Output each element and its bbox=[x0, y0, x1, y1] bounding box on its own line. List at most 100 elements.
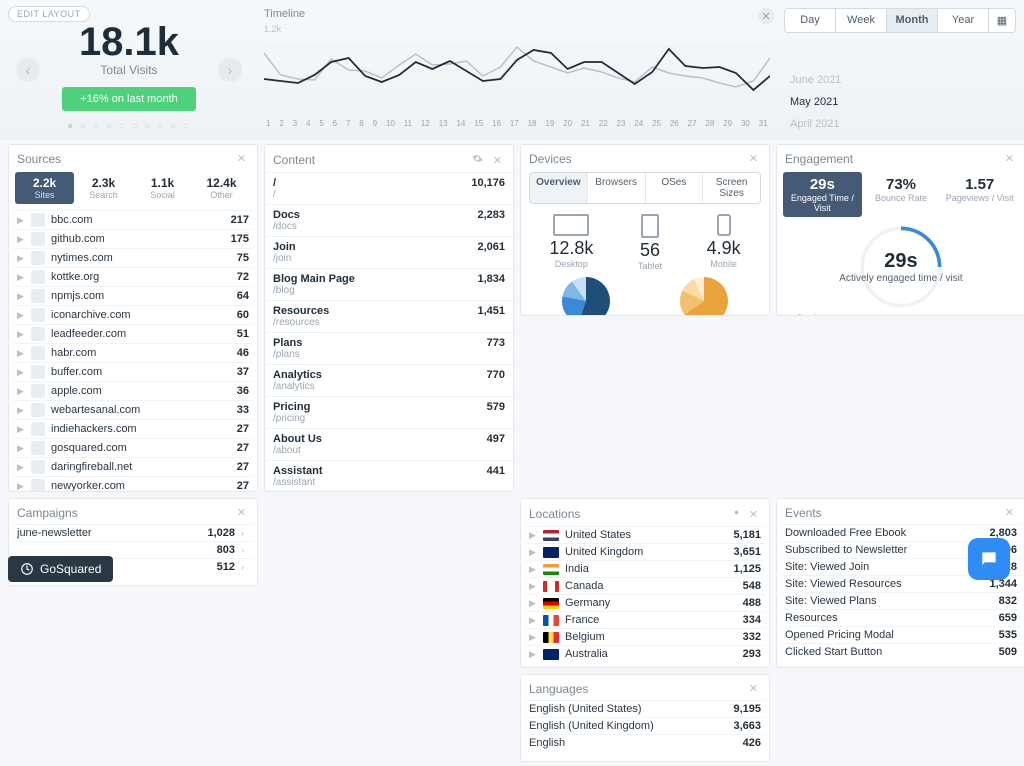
locations-row[interactable]: ▶ United Kingdom 3,651 bbox=[525, 543, 765, 560]
gear-icon[interactable] bbox=[470, 151, 485, 166]
range-week[interactable]: Week bbox=[836, 9, 887, 32]
devices-tab-oses[interactable]: OSes bbox=[646, 173, 704, 203]
locations-row[interactable]: ▶ Belgium 332 bbox=[525, 628, 765, 645]
content-row[interactable]: Docs /docs 2,283 bbox=[265, 204, 513, 236]
card-close-icon[interactable]: ✕ bbox=[1002, 151, 1017, 166]
range-year[interactable]: Year bbox=[938, 9, 989, 32]
events-row[interactable]: Resources 659 bbox=[781, 609, 1021, 626]
sources-row[interactable]: ▶ leadfeeder.com 51 bbox=[13, 324, 253, 343]
languages-row[interactable]: English 426 bbox=[525, 734, 765, 751]
sources-row[interactable]: ▶ bbc.com 217 bbox=[13, 210, 253, 229]
caret-icon: ▶ bbox=[17, 253, 25, 264]
sources-row[interactable]: ▶ newyorker.com 27 bbox=[13, 476, 253, 492]
languages-row[interactable]: English (United Kingdom) 3,663 bbox=[525, 717, 765, 734]
card-close-icon[interactable]: ✕ bbox=[746, 681, 761, 696]
caret-icon: ▶ bbox=[529, 598, 537, 609]
sources-row[interactable]: ▶ nytimes.com 75 bbox=[13, 248, 253, 267]
content-value: 770 bbox=[487, 369, 505, 381]
timeline-title: Timeline bbox=[264, 8, 770, 20]
devices-tab-overview[interactable]: Overview bbox=[530, 173, 588, 203]
locations-row[interactable]: ▶ Germany 488 bbox=[525, 594, 765, 611]
month-list: June 2021 May 2021 April 2021 bbox=[784, 69, 1016, 135]
device-mobile: 4.9k Mobile bbox=[707, 214, 741, 271]
timeline-close-icon[interactable]: ✕ bbox=[758, 8, 774, 24]
kpi-pager-dots[interactable]: ● ○ ○ ○ ○ ○ ○ ○ ○ ○ bbox=[8, 121, 250, 132]
content-row[interactable]: About Us /about 497 bbox=[265, 428, 513, 460]
sources-row[interactable]: ▶ webartesanal.com 33 bbox=[13, 400, 253, 419]
events-row[interactable]: Clicked Start Button 509 bbox=[781, 643, 1021, 660]
flag-icon bbox=[543, 649, 559, 660]
sources-row[interactable]: ▶ github.com 175 bbox=[13, 229, 253, 248]
content-name: Pricing bbox=[273, 401, 310, 413]
gear-icon[interactable] bbox=[729, 505, 744, 520]
card-close-icon[interactable]: ✕ bbox=[746, 507, 761, 522]
events-row[interactable]: Opened Pricing Modal 535 bbox=[781, 626, 1021, 643]
content-row[interactable]: Blog Main Page /blog 1,834 bbox=[265, 268, 513, 300]
devices-tab-screens[interactable]: Screen Sizes bbox=[703, 173, 760, 203]
content-row[interactable]: Assistant /assistant 441 bbox=[265, 460, 513, 492]
source-value: 27 bbox=[237, 480, 249, 492]
timeline-card: ✕ Timeline 1.2k 123456789101112131415161… bbox=[258, 6, 776, 140]
kpi-next-button[interactable]: › bbox=[218, 58, 242, 82]
month-item[interactable]: June 2021 bbox=[790, 69, 1016, 91]
sources-row[interactable]: ▶ iconarchive.com 60 bbox=[13, 305, 253, 324]
chat-fab-button[interactable] bbox=[968, 538, 1010, 580]
campaigns-row[interactable]: june-newsletter 1,028 › bbox=[13, 524, 253, 541]
card-close-icon[interactable]: ✕ bbox=[746, 151, 761, 166]
sources-row[interactable]: ▶ indiehackers.com 27 bbox=[13, 419, 253, 438]
content-row[interactable]: Resources /resources 1,451 bbox=[265, 300, 513, 332]
range-month[interactable]: Month bbox=[887, 9, 938, 32]
content-row[interactable]: Plans /plans 773 bbox=[265, 332, 513, 364]
locations-row[interactable]: ▶ India 1,125 bbox=[525, 560, 765, 577]
engagement-bounce[interactable]: 73%Bounce Rate bbox=[862, 172, 941, 217]
sources-row[interactable]: ▶ apple.com 36 bbox=[13, 381, 253, 400]
month-item[interactable]: April 2021 bbox=[790, 113, 1016, 135]
caret-icon: ▶ bbox=[17, 367, 25, 378]
locations-row[interactable]: ▶ France 334 bbox=[525, 611, 765, 628]
sources-row[interactable]: ▶ habr.com 46 bbox=[13, 343, 253, 362]
source-name: nytimes.com bbox=[51, 252, 231, 264]
locations-row[interactable]: ▶ United States 5,181 bbox=[525, 526, 765, 543]
content-name: Blog Main Page bbox=[273, 273, 355, 285]
content-value: 1,451 bbox=[477, 305, 505, 317]
sources-row[interactable]: ▶ gosquared.com 27 bbox=[13, 438, 253, 457]
source-name: npmjs.com bbox=[51, 290, 231, 302]
content-row[interactable]: / / 10,176 bbox=[265, 172, 513, 204]
locations-row[interactable]: ▶ Canada 548 bbox=[525, 577, 765, 594]
engagement-pageviews[interactable]: 1.57Pageviews / Visit bbox=[940, 172, 1019, 217]
languages-row[interactable]: English (United States) 9,195 bbox=[525, 700, 765, 717]
range-day[interactable]: Day bbox=[785, 9, 836, 32]
caret-icon: ▶ bbox=[17, 443, 25, 454]
source-name: daringfireball.net bbox=[51, 461, 231, 473]
kpi-total-visits: ‹ › 18.1k Total Visits +16% on last mont… bbox=[8, 6, 250, 140]
card-close-icon[interactable]: ✕ bbox=[490, 153, 505, 168]
card-close-icon[interactable]: ✕ bbox=[234, 151, 249, 166]
card-close-icon[interactable]: ✕ bbox=[234, 505, 249, 520]
engagement-time[interactable]: 29sEngaged Time / Visit bbox=[783, 172, 862, 217]
sources-tab-other[interactable]: 12.4kOther bbox=[192, 172, 251, 204]
range-calendar-icon[interactable]: ▦ bbox=[989, 9, 1015, 32]
content-row[interactable]: Analytics /analytics 770 bbox=[265, 364, 513, 396]
sources-row[interactable]: ▶ kottke.org 72 bbox=[13, 267, 253, 286]
kpi-prev-button[interactable]: ‹ bbox=[16, 58, 40, 82]
location-value: 3,651 bbox=[733, 546, 761, 558]
locations-card: Locations ✕ ▶ United States 5,181 ▶ Unit… bbox=[520, 498, 770, 668]
card-title: Locations bbox=[529, 507, 580, 521]
events-row[interactable]: Site: Viewed Plans 832 bbox=[781, 592, 1021, 609]
locations-row[interactable]: ▶ Australia 293 bbox=[525, 645, 765, 662]
source-name: apple.com bbox=[51, 385, 231, 397]
sources-row[interactable]: ▶ daringfireball.net 27 bbox=[13, 457, 253, 476]
sources-tab-social[interactable]: 1.1kSocial bbox=[133, 172, 192, 204]
sources-row[interactable]: ▶ npmjs.com 64 bbox=[13, 286, 253, 305]
content-row[interactable]: Join /join 2,061 bbox=[265, 236, 513, 268]
gosquared-badge[interactable]: GoSquared bbox=[8, 556, 113, 582]
card-close-icon[interactable]: ✕ bbox=[1002, 505, 1017, 520]
source-value: 27 bbox=[237, 423, 249, 435]
sources-tab-sites[interactable]: 2.2kSites bbox=[15, 172, 74, 204]
devices-tab-browsers[interactable]: Browsers bbox=[588, 173, 646, 203]
content-row[interactable]: Pricing /pricing 579 bbox=[265, 396, 513, 428]
month-item[interactable]: May 2021 bbox=[790, 91, 1016, 113]
sources-row[interactable]: ▶ buffer.com 37 bbox=[13, 362, 253, 381]
flag-icon bbox=[543, 632, 559, 643]
sources-tab-search[interactable]: 2.3kSearch bbox=[74, 172, 133, 204]
